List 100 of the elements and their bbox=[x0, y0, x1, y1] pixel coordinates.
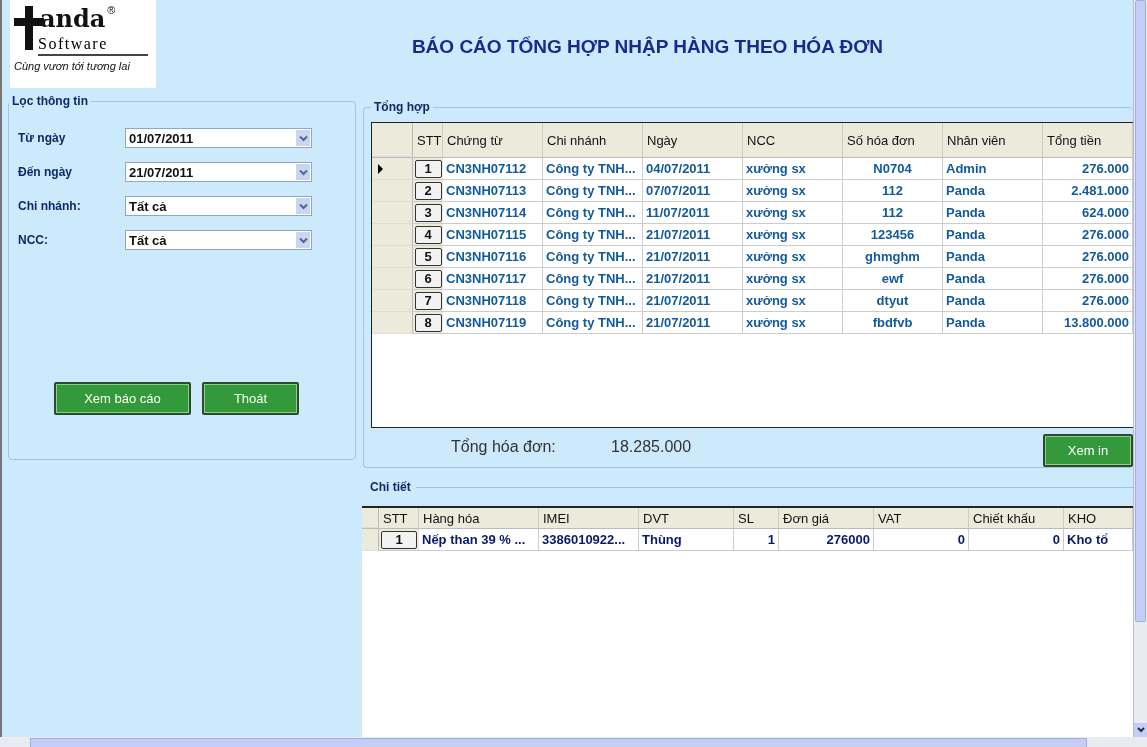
caret-icon[interactable] bbox=[298, 168, 308, 176]
logo-subtitle: Software bbox=[38, 36, 148, 56]
table-cell: Công ty TNH... bbox=[543, 202, 643, 224]
table-cell: 04/07/2011 bbox=[643, 158, 743, 180]
row-number-button[interactable]: 7 bbox=[414, 291, 442, 310]
table-cell: 21/07/2011 bbox=[643, 268, 743, 290]
table-cell: xưởng sx bbox=[743, 180, 843, 202]
table-cell: Thùng bbox=[639, 529, 734, 551]
current-row-icon bbox=[378, 163, 384, 174]
group-title: Tổng hợp bbox=[373, 100, 431, 114]
column-header: VAT bbox=[874, 508, 969, 528]
table-cell: fbdfvb bbox=[843, 312, 943, 334]
column-header: Ngày bbox=[643, 123, 743, 157]
table-cell: CN3NH07116 bbox=[443, 246, 543, 268]
table-cell: 0 bbox=[969, 529, 1064, 551]
table-cell: 112 bbox=[843, 180, 943, 202]
table-cell: Công ty TNH... bbox=[543, 224, 643, 246]
table-cell: 276000 bbox=[779, 529, 874, 551]
row-number-button[interactable]: 5 bbox=[414, 247, 442, 266]
group-title: Lọc thông tin bbox=[11, 94, 89, 108]
column-header: SL bbox=[734, 508, 779, 528]
row-number-button[interactable]: 1 bbox=[381, 530, 417, 549]
column-header: DVT bbox=[639, 508, 734, 528]
field-label: NCC: bbox=[18, 233, 49, 247]
column-header: Đơn giá bbox=[779, 508, 874, 528]
field-label: Từ ngày bbox=[18, 131, 67, 145]
table-cell: Công ty TNH... bbox=[543, 180, 643, 202]
table-cell: CN3NH07113 bbox=[443, 180, 543, 202]
table-cell: xưởng sx bbox=[743, 224, 843, 246]
row-number-button[interactable]: 8 bbox=[414, 313, 442, 332]
column-header: Chứng từ bbox=[443, 123, 543, 157]
dropdown-field[interactable]: 21/07/2011 bbox=[125, 162, 312, 182]
table-cell: 0 bbox=[874, 529, 969, 551]
column-header: NCC bbox=[743, 123, 843, 157]
table-cell: CN3NH07119 bbox=[443, 312, 543, 334]
table-cell: Nếp than 39 % ... bbox=[419, 529, 539, 551]
print-preview-button[interactable]: Xem in bbox=[1043, 433, 1133, 467]
table-cell: xưởng sx bbox=[743, 290, 843, 312]
field-label: Đến ngày bbox=[18, 165, 73, 179]
logo-slogan: Cùng vươn tới tương lai bbox=[14, 60, 131, 72]
table-cell: 21/07/2011 bbox=[643, 312, 743, 334]
row-number-button[interactable]: 2 bbox=[414, 181, 442, 200]
logo-brand: anda bbox=[40, 4, 106, 34]
table-cell: CN3NH07114 bbox=[443, 202, 543, 224]
report-title: BÁO CÁO TỔNG HỢP NHẬP HÀNG THEO HÓA ĐƠN bbox=[411, 36, 884, 58]
view-report-button[interactable]: Xem báo cáo bbox=[54, 382, 191, 415]
table-cell: Panda bbox=[943, 202, 1043, 224]
table-cell: 112 bbox=[843, 202, 943, 224]
table-cell: Công ty TNH... bbox=[543, 268, 643, 290]
column-header: Chiết khấu bbox=[969, 508, 1064, 528]
table-cell: xưởng sx bbox=[743, 268, 843, 290]
row-number-button[interactable]: 1 bbox=[414, 159, 442, 178]
table-cell: 11/07/2011 bbox=[643, 202, 743, 224]
table-cell: 21/07/2011 bbox=[643, 224, 743, 246]
dropdown-field[interactable]: 01/07/2011 bbox=[125, 128, 312, 148]
table-cell: Công ty TNH... bbox=[543, 246, 643, 268]
table-cell: xưởng sx bbox=[743, 246, 843, 268]
table-cell: xưởng sx bbox=[743, 312, 843, 334]
total-value: 18.285.000 bbox=[611, 438, 693, 456]
row-number-button[interactable]: 6 bbox=[414, 269, 442, 288]
table-cell: xưởng sx bbox=[743, 158, 843, 180]
trademark-sign: ® bbox=[107, 4, 116, 16]
row-number-button[interactable]: 4 bbox=[414, 225, 442, 244]
group-title: Chi tiết bbox=[369, 480, 412, 494]
table-cell: 21/07/2011 bbox=[643, 246, 743, 268]
column-header: Số hóa đơn bbox=[843, 123, 943, 157]
field-label: Chi nhánh: bbox=[18, 199, 82, 213]
table-cell: xưởng sx bbox=[743, 202, 843, 224]
dropdown-field[interactable]: Tất cả bbox=[125, 196, 312, 216]
column-header: STT bbox=[379, 508, 419, 528]
dropdown-field[interactable]: Tất cả bbox=[125, 230, 312, 250]
table-cell: Admin bbox=[943, 158, 1043, 180]
column-header: Chi nhánh bbox=[543, 123, 643, 157]
caret-icon[interactable] bbox=[298, 236, 308, 244]
table-cell: Công ty TNH... bbox=[543, 158, 643, 180]
table-cell: ewf bbox=[843, 268, 943, 290]
total-label: Tổng hóa đơn: bbox=[451, 438, 557, 456]
table-cell: Panda bbox=[943, 246, 1043, 268]
table-cell: N0704 bbox=[843, 158, 943, 180]
table-cell: dtyut bbox=[843, 290, 943, 312]
column-header: IMEI bbox=[539, 508, 639, 528]
table-cell: ghmghm bbox=[843, 246, 943, 268]
table-cell: 07/07/2011 bbox=[643, 180, 743, 202]
table-cell: CN3NH07112 bbox=[443, 158, 543, 180]
table-cell: CN3NH07118 bbox=[443, 290, 543, 312]
exit-button[interactable]: Thoát bbox=[202, 382, 299, 415]
table-cell: Công ty TNH... bbox=[543, 312, 643, 334]
caret-icon[interactable] bbox=[298, 134, 308, 142]
table-cell: Panda bbox=[943, 224, 1043, 246]
caret-icon[interactable] bbox=[298, 202, 308, 210]
table-cell: Panda bbox=[943, 290, 1043, 312]
table-cell: 21/07/2011 bbox=[643, 290, 743, 312]
table-cell: Công ty TNH... bbox=[543, 290, 643, 312]
column-header: STT bbox=[413, 123, 443, 157]
table-cell: Panda bbox=[943, 180, 1043, 202]
table-cell: Panda bbox=[943, 312, 1043, 334]
table-cell: Panda bbox=[943, 268, 1043, 290]
column-header: Hàng hóa bbox=[419, 508, 539, 528]
table-cell: 1 bbox=[734, 529, 779, 551]
row-number-button[interactable]: 3 bbox=[414, 203, 442, 222]
